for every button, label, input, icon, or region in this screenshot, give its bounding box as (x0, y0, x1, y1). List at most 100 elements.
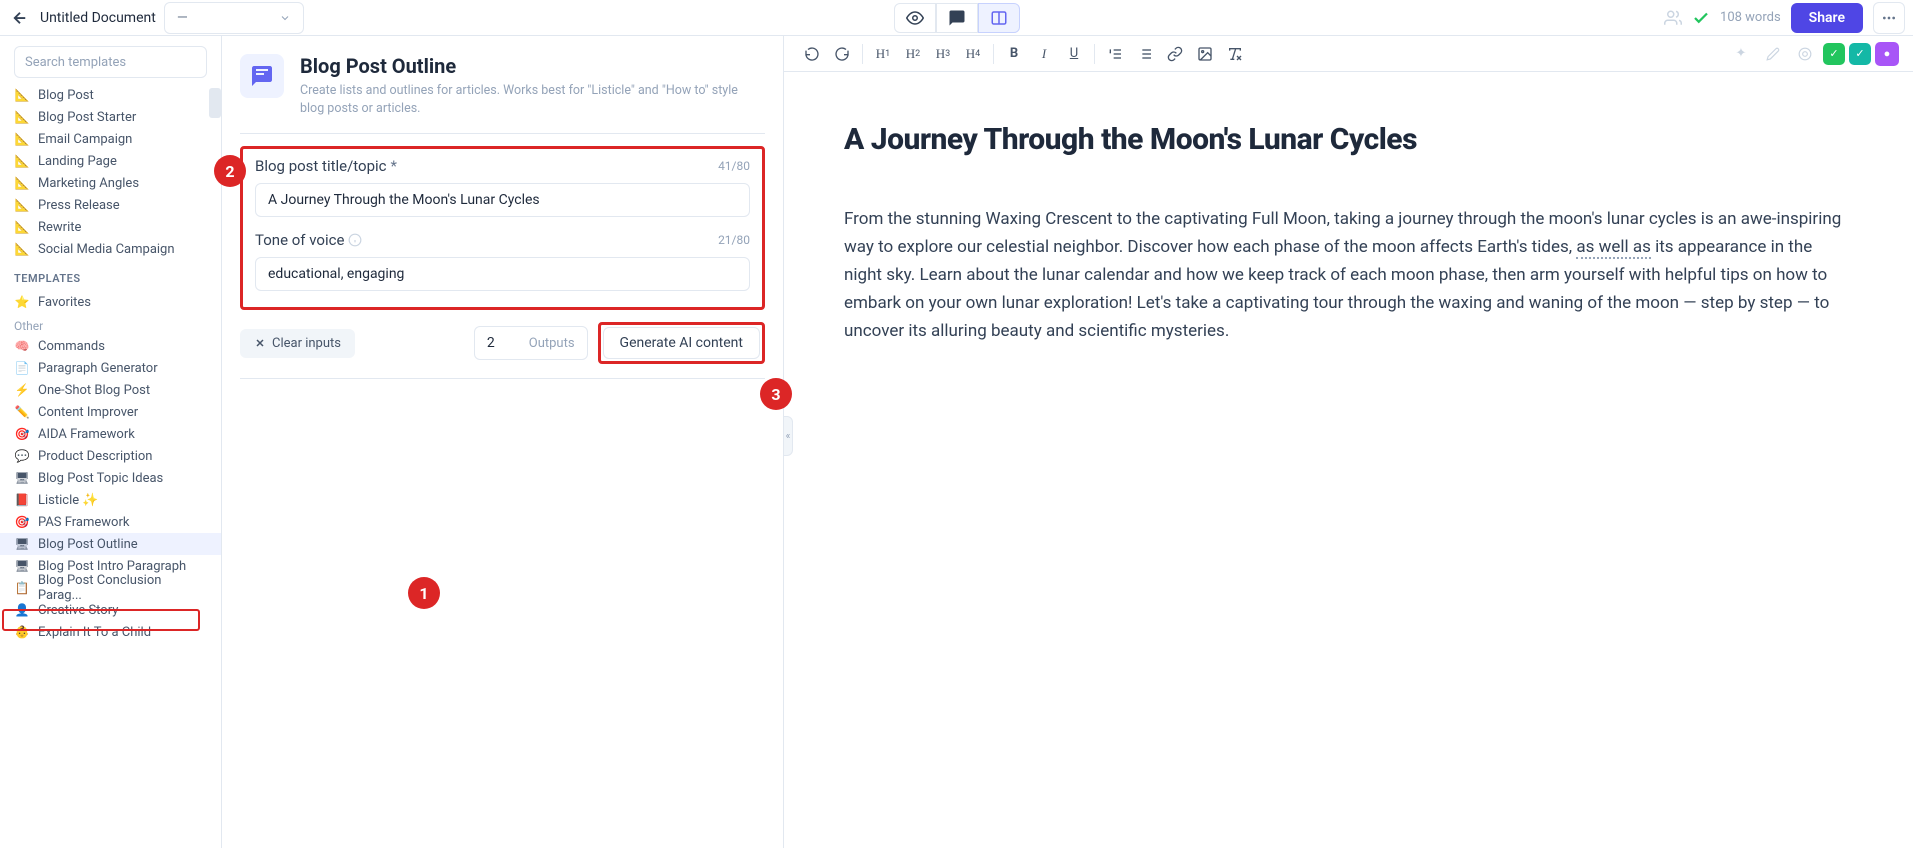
grammar-underline[interactable]: as well as (1576, 237, 1651, 259)
sidebar-item-blog-post-topic-ideas[interactable]: 🖥Blog Post Topic Ideas (0, 467, 221, 489)
undo-button[interactable] (798, 40, 826, 68)
template-header-icon (240, 54, 284, 98)
share-button[interactable]: Share (1791, 3, 1863, 33)
sidebar-item-explain-to-child[interactable]: 👶 Explain It To a Child (0, 621, 221, 643)
generate-button[interactable]: Generate AI content (603, 327, 760, 359)
sidebar-item-email-campaign[interactable]: 📐Email Campaign (0, 128, 221, 150)
sidebar-item-label: Listicle ✨ (38, 493, 99, 508)
template-icon: ⚡ (14, 382, 30, 398)
document-paragraph[interactable]: From the stunning Waxing Crescent to the… (844, 205, 1853, 345)
sidebar-item-landing-page[interactable]: 📐Landing Page (0, 150, 221, 172)
editor-panel: « H1 H2 H3 H4 B I U ✦ ✓ ✓ (784, 36, 1913, 848)
sidebar-item-pas-framework[interactable]: 🎯 PAS Framework (0, 511, 221, 533)
redo-button[interactable] (828, 40, 856, 68)
preview-mode-button[interactable] (894, 3, 936, 33)
back-button[interactable] (8, 6, 32, 30)
template-form-panel: 1 Blog Post Outline Create lists and out… (222, 36, 784, 848)
saved-check-icon (1692, 9, 1710, 27)
collaborators-icon[interactable] (1664, 9, 1682, 27)
clear-label: Clear inputs (272, 336, 341, 351)
generate-highlight-box: Generate AI content (598, 322, 765, 364)
form-highlight-box: Blog post title/topic * 41/80 Tone of vo… (240, 146, 765, 310)
sidebar-item-marketing-angles[interactable]: 📐Marketing Angles (0, 172, 221, 194)
sidebar-item-paragraph-generator[interactable]: 📄Paragraph Generator (0, 357, 221, 379)
undo-icon (804, 46, 820, 62)
sidebar-item-label: Explain It To a Child (38, 625, 151, 640)
sidebar-item-blog-post-conclusion[interactable]: 📋Blog Post Conclusion Parag... (0, 577, 221, 599)
templates-header: TEMPLATES (0, 260, 221, 291)
sidebar-item-label: Commands (38, 339, 105, 354)
template-icon: 📋 (14, 580, 30, 596)
sidebar-item-label: Creative Story (38, 603, 118, 618)
h3-button[interactable]: H3 (929, 40, 957, 68)
clear-inputs-button[interactable]: Clear inputs (240, 329, 355, 358)
sidebar-item-listicle[interactable]: 📕 Listicle ✨ (0, 489, 221, 511)
bold-button[interactable]: B (1000, 40, 1028, 68)
h4-button[interactable]: H4 (959, 40, 987, 68)
sidebar-item-label: PAS Framework (38, 515, 129, 530)
underline-button[interactable]: U (1060, 40, 1088, 68)
h2-button[interactable]: H2 (899, 40, 927, 68)
unordered-list-button[interactable] (1131, 40, 1159, 68)
scan-icon (1798, 47, 1812, 61)
split-mode-button[interactable] (978, 3, 1020, 33)
sidebar-item-label: Product Description (38, 449, 153, 464)
h1-button[interactable]: H1 (869, 40, 897, 68)
required-star: * (391, 157, 397, 175)
template-icon: 📕 (14, 492, 30, 508)
status-chip-green[interactable]: ✓ (1823, 43, 1845, 65)
sidebar-item-label: Content Improver (38, 405, 138, 420)
outputs-stepper[interactable]: 2 Outputs (474, 326, 588, 360)
title-input[interactable] (255, 183, 750, 217)
ordered-list-button[interactable] (1101, 40, 1129, 68)
sidebar-item-label: Favorites (38, 295, 91, 310)
sidebar-item-label: Blog Post Outline (38, 537, 138, 552)
sidebar-item-label: Press Release (38, 198, 120, 213)
callout-marker-1: 1 (408, 577, 440, 609)
sidebar-item-product-description[interactable]: 💬Product Description (0, 445, 221, 467)
comments-mode-button[interactable] (936, 3, 978, 33)
workflow-icon: 📐 (14, 241, 30, 257)
template-description: Create lists and outlines for articles. … (300, 82, 740, 117)
workflow-icon: 📐 (14, 87, 30, 103)
template-icon: 👶 (14, 624, 30, 640)
status-chip-teal[interactable]: ✓ (1849, 43, 1871, 65)
sidebar-item-blog-post-outline[interactable]: 🖥Blog Post Outline (0, 533, 221, 555)
style-value: — (177, 10, 188, 26)
link-button[interactable] (1161, 40, 1189, 68)
field-count-title: 41/80 (718, 159, 750, 173)
ai-tool-1[interactable]: ✦ (1727, 40, 1755, 68)
ai-tool-2[interactable] (1759, 40, 1787, 68)
more-button[interactable] (1873, 2, 1905, 34)
sidebar-item-blog-post-starter[interactable]: 📐Blog Post Starter (0, 106, 221, 128)
document-heading[interactable]: A Journey Through the Moon's Lunar Cycle… (844, 122, 1853, 157)
image-button[interactable] (1191, 40, 1219, 68)
document-body[interactable]: A Journey Through the Moon's Lunar Cycle… (784, 72, 1913, 395)
document-title[interactable]: Untitled Document (40, 10, 156, 26)
sidebar-item-aida-framework[interactable]: 🎯AIDA Framework (0, 423, 221, 445)
sidebar-item-press-release[interactable]: 📐Press Release (0, 194, 221, 216)
close-icon (254, 337, 266, 349)
style-dropdown[interactable]: — (164, 2, 304, 34)
sidebar-item-favorites[interactable]: ⭐Favorites (0, 291, 221, 313)
clear-format-button[interactable] (1221, 40, 1249, 68)
template-icon: 🎯 (14, 514, 30, 530)
search-input[interactable] (14, 46, 207, 78)
sidebar-item-social-media-campaign[interactable]: 📐 Social Media Campaign (0, 238, 221, 260)
scroll-indicator[interactable] (209, 88, 221, 118)
sidebar-item-commands[interactable]: 🧠Commands (0, 335, 221, 357)
user-avatar-chip[interactable]: ● (1875, 42, 1899, 66)
italic-button[interactable]: I (1030, 40, 1058, 68)
info-icon (348, 233, 362, 247)
sidebar-item-content-improver[interactable]: ✏️Content Improver (0, 401, 221, 423)
ai-tool-3[interactable] (1791, 40, 1819, 68)
sidebar-item-label: Social Media Campaign (38, 242, 175, 257)
sidebar-item-rewrite[interactable]: 📐Rewrite (0, 216, 221, 238)
chat-icon (948, 9, 966, 27)
tone-input[interactable] (255, 257, 750, 291)
sidebar-item-one-shot-blog-post[interactable]: ⚡One-Shot Blog Post (0, 379, 221, 401)
template-icon: 📄 (14, 360, 30, 376)
other-header: Other (0, 313, 221, 335)
sidebar-item-blog-post[interactable]: 📐Blog Post (0, 84, 221, 106)
collapse-handle[interactable]: « (783, 416, 793, 456)
